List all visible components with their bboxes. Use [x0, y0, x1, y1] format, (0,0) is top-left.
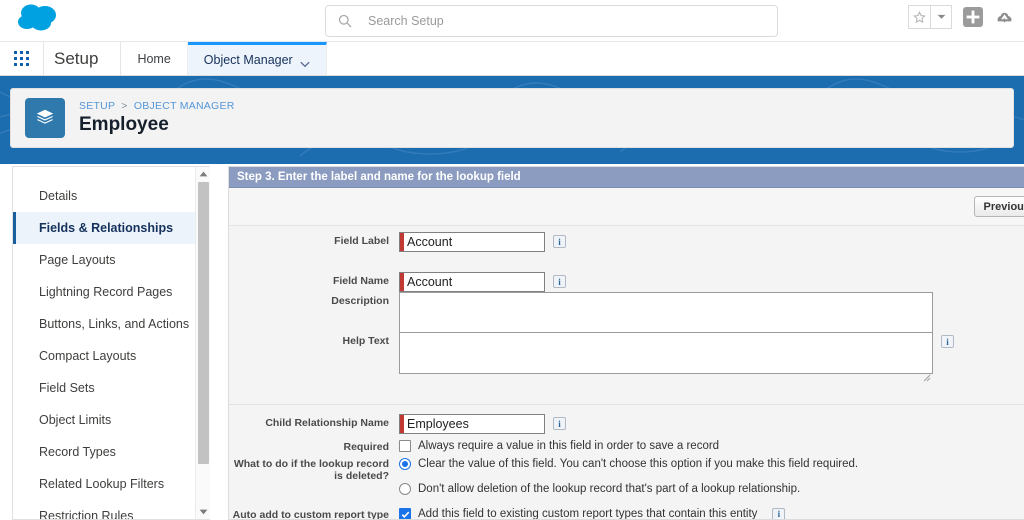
help-text-textarea[interactable] [399, 332, 933, 374]
breadcrumb-separator: > [121, 100, 128, 112]
field-label-input[interactable] [404, 233, 544, 251]
info-icon[interactable]: i [553, 417, 566, 430]
page-title: Setup [44, 42, 122, 75]
sidebar-item-details[interactable]: Details [13, 180, 210, 212]
object-header-card: SETUP > OBJECT MANAGER Employee [10, 88, 1014, 148]
sidebar-item-label: Details [39, 189, 78, 203]
field-name-row: Field Name i [229, 272, 566, 292]
salesforce-cloud-logo[interactable] [14, 2, 62, 36]
header-icon-group [908, 5, 1016, 29]
wizard-toolbar: Previous [229, 188, 1024, 226]
sidebar-item-label: Lightning Record Pages [39, 285, 173, 299]
sidebar-item-label: Compact Layouts [39, 349, 137, 363]
step-header: Step 3. Enter the label and name for the… [229, 167, 1024, 188]
object-sidebar-nav: Details Fields & Relationships Page Layo… [12, 166, 210, 520]
favorites-dropdown-icon[interactable] [930, 5, 952, 29]
scroll-down-arrow-icon[interactable] [196, 505, 211, 519]
global-header [0, 0, 1024, 42]
breadcrumb-setup[interactable]: SETUP [79, 100, 115, 112]
scrollbar-thumb[interactable] [198, 182, 209, 464]
child-relationship-row: Child Relationship Name i [229, 414, 566, 434]
global-search[interactable] [325, 5, 778, 37]
description-textarea[interactable] [399, 292, 933, 334]
sidebar-item-label: Record Types [39, 445, 116, 459]
required-checkbox[interactable] [399, 440, 411, 452]
auto-report-type-checkbox[interactable] [399, 508, 411, 519]
sidebar-item-compact-layouts[interactable]: Compact Layouts [13, 340, 210, 372]
tab-home-label: Home [137, 51, 171, 66]
field-name-input-wrap[interactable] [399, 272, 545, 292]
field-name-label: Field Name [332, 275, 389, 287]
help-cloud-icon[interactable] [993, 6, 1016, 29]
sidebar-item-label: Related Lookup Filters [39, 477, 165, 491]
required-row: Required Always require a value in this … [229, 438, 719, 453]
sidebar-item-buttons-links-and-actions[interactable]: Buttons, Links, and Actions [13, 308, 210, 340]
add-tab-icon[interactable] [961, 6, 984, 29]
favorites-star-icon[interactable] [908, 5, 930, 29]
delete-behavior-option-dont-allow[interactable]: Don't allow deletion of the lookup recor… [399, 482, 858, 496]
info-icon[interactable]: i [553, 275, 566, 288]
sidebar-item-object-limits[interactable]: Object Limits [13, 404, 210, 436]
tab-object-manager[interactable]: Object Manager [187, 42, 327, 75]
layers-object-icon [25, 98, 65, 138]
auto-report-type-checkbox-label: Add this field to existing custom report… [418, 508, 758, 520]
search-icon [338, 14, 352, 28]
delete-behavior-label: What to do if the lookup record is delet… [233, 458, 389, 482]
info-icon[interactable]: i [772, 507, 786, 519]
setup-nav-bar: Setup Home Object Manager [0, 42, 1024, 76]
auto-report-type-row: Auto add to custom report type Add this … [229, 506, 786, 520]
radio-clear-value[interactable] [399, 458, 411, 470]
help-text-row: Help Text i [229, 332, 954, 382]
sidebar-item-label: Fields & Relationships [39, 221, 174, 235]
required-label: Required [343, 441, 389, 453]
radio-dont-allow-deletion[interactable] [399, 483, 411, 495]
previous-button[interactable]: Previous [973, 196, 1024, 217]
auto-report-type-label: Auto add to custom report type [232, 509, 389, 520]
sidebar-item-lightning-record-pages[interactable]: Lightning Record Pages [13, 276, 210, 308]
sidebar-item-fields-and-relationships[interactable]: Fields & Relationships [13, 212, 210, 244]
sidebar-item-label: Buttons, Links, and Actions [39, 317, 190, 331]
sidebar-item-label: Field Sets [39, 381, 95, 395]
breadcrumb: SETUP > OBJECT MANAGER [79, 100, 235, 112]
sidebar-item-page-layouts[interactable]: Page Layouts [13, 244, 210, 276]
app-launcher-icon[interactable] [0, 42, 44, 75]
sidebar-item-field-sets[interactable]: Field Sets [13, 372, 210, 404]
breadcrumb-object-manager[interactable]: OBJECT MANAGER [134, 100, 235, 112]
sidebar-item-related-lookup-filters[interactable]: Related Lookup Filters [13, 468, 210, 500]
delete-behavior-option-label: Clear the value of this field. You can't… [418, 458, 859, 470]
child-relationship-label: Child Relationship Name [265, 417, 389, 429]
info-icon[interactable]: i [941, 335, 954, 348]
info-icon[interactable]: i [553, 235, 566, 248]
object-name: Employee [79, 114, 169, 135]
sidebar-item-label: Object Limits [39, 413, 112, 427]
delete-behavior-row: What to do if the lookup record is delet… [229, 454, 858, 496]
delete-behavior-option-clear[interactable]: Clear the value of this field. You can't… [399, 457, 858, 471]
tab-home[interactable]: Home [121, 42, 188, 75]
search-input[interactable] [366, 7, 746, 35]
child-relationship-input-wrap[interactable] [399, 414, 545, 434]
required-checkbox-label: Always require a value in this field in … [418, 440, 720, 452]
sidebar-item-label: Page Layouts [39, 253, 116, 267]
description-label: Description [331, 295, 389, 307]
favorites-control[interactable] [908, 5, 952, 29]
tab-object-manager-label: Object Manager [203, 53, 293, 67]
sidebar-scrollbar[interactable] [195, 166, 210, 520]
sidebar-item-label: Restriction Rules [39, 509, 134, 520]
chevron-down-icon [300, 57, 310, 67]
lookup-field-form: Field Label i Field Name i Descr [229, 226, 1024, 520]
form-divider [229, 404, 1024, 405]
field-name-input[interactable] [404, 273, 544, 291]
field-label-row: Field Label i [229, 232, 566, 252]
sidebar-item-record-types[interactable]: Record Types [13, 436, 210, 468]
help-text-label: Help Text [342, 335, 389, 347]
lookup-field-wizard-panel: Step 3. Enter the label and name for the… [228, 166, 1024, 520]
sidebar-item-restriction-rules[interactable]: Restriction Rules [13, 500, 210, 520]
delete-behavior-option-label: Don't allow deletion of the lookup recor… [418, 483, 801, 495]
field-label-input-wrap[interactable] [399, 232, 545, 252]
scroll-up-arrow-icon[interactable] [196, 167, 211, 181]
child-relationship-input[interactable] [404, 415, 544, 433]
field-label-label: Field Label [334, 235, 389, 247]
